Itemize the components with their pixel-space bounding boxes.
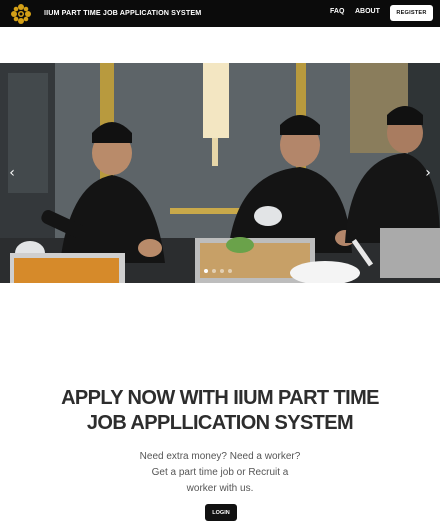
hero-title: APPLY NOW WITH IIUM PART TIME JOB APPLLI… [0,386,440,436]
brand-title[interactable]: IIUM PART TIME JOB APPLICATION SYSTEM [44,8,201,17]
hero-title-line-2: JOB APPLLICATION SYSTEM [86,412,354,434]
login-button[interactable]: LOGIN [205,504,237,521]
nav-link-about[interactable]: ABOUT [355,8,380,15]
ornamental-flower-logo-icon[interactable] [10,3,32,25]
top-navbar: IIUM PART TIME JOB APPLICATION SYSTEM FA… [0,0,440,27]
hero-description: Need extra money? Need a worker? Get a p… [120,449,320,497]
hero-text-line-3: worker with us. [186,483,254,494]
carousel-indicator-1[interactable] [204,269,208,273]
carousel-indicators [204,269,232,273]
hero-text-line-1: Need extra money? Need a worker? [139,451,301,462]
carousel-next-chevron-right-icon[interactable]: › [420,163,436,183]
carousel-indicator-2[interactable] [212,269,216,273]
carousel-prev-chevron-left-icon[interactable]: ‹ [4,163,20,183]
hero-carousel: ‹ › [0,63,440,283]
hero-title-line-1: APPLY NOW WITH IIUM PART TIME [61,387,379,409]
carousel-indicator-4[interactable] [228,269,232,273]
nav-link-faq[interactable]: FAQ [330,8,344,15]
carousel-indicator-3[interactable] [220,269,224,273]
register-button[interactable]: REGISTER [390,5,433,21]
carousel-slide-image [0,63,440,283]
hero-text-line-2: Get a part time job or Recruit a [151,467,289,478]
